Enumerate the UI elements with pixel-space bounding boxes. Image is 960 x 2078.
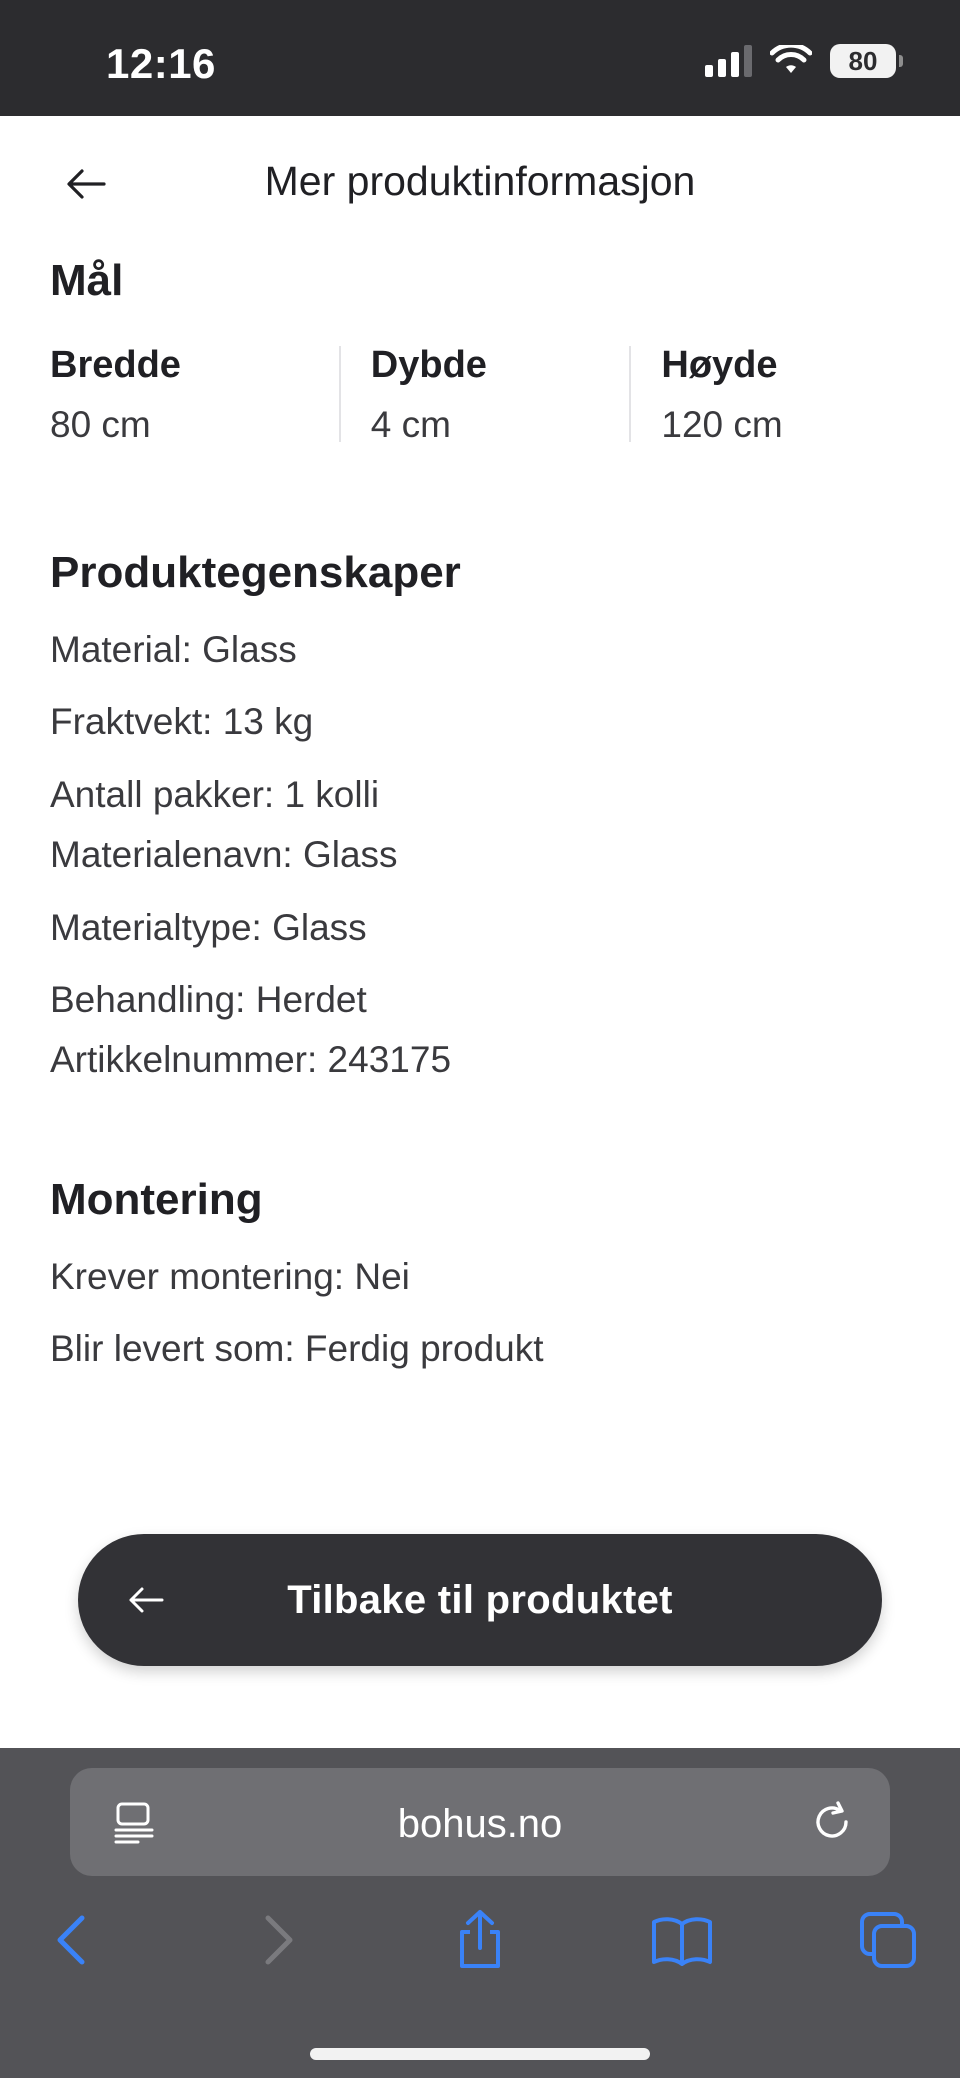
dimension-label: Dybde (370, 344, 487, 386)
share-icon[interactable] (448, 1908, 512, 1972)
mounting-delivered-as: Blir levert som: Ferdig produkt (50, 1328, 544, 1370)
page-header: Mer produktinformasjon (0, 116, 960, 252)
properties-list: Material: Glass Fraktvekt: 13 kg Antall … (50, 628, 920, 1083)
status-time: 12:16 (106, 40, 216, 87)
back-chevron-icon[interactable] (40, 1908, 104, 1972)
mounting-required: Krever montering: Nei (50, 1255, 410, 1297)
reload-icon[interactable] (808, 1798, 856, 1846)
dimension-height: Høyde 120 cm (629, 344, 920, 445)
dimension-width: Bredde 80 cm (50, 344, 339, 445)
dimensions-row: Bredde 80 cm Dybde 4 cm Høyde 120 cm (50, 344, 920, 445)
address-bar[interactable]: bohus.no (70, 1768, 890, 1876)
dimension-value: 4 cm (370, 404, 451, 445)
forward-chevron-icon (265, 1915, 293, 1965)
dimension-depth: Dybde 4 cm (338, 344, 630, 445)
url-text: bohus.no (397, 1802, 563, 1846)
tabs-icon[interactable] (856, 1908, 920, 1972)
bookmarks-icon[interactable] (650, 1908, 714, 1972)
property-treatment: Behandling: Herdet (50, 978, 367, 1020)
property-shipping-weight: Fraktvekt: 13 kg (50, 701, 314, 743)
back-to-product-label: Tilbake til produktet (287, 1578, 673, 1622)
property-article-number: Artikkelnummer: 243175 (50, 1039, 452, 1081)
dimension-value: 80 cm (50, 404, 151, 445)
battery-icon: 80 (830, 44, 903, 78)
mounting-title: Montering (50, 1174, 263, 1224)
browser-toolbar (0, 1898, 960, 1988)
dimension-label: Bredde (50, 344, 181, 386)
wifi-icon (770, 45, 812, 73)
cellular-signal-icon (705, 45, 752, 77)
dimensions-title: Mål (50, 256, 124, 305)
property-material-type: Materialtype: Glass (50, 906, 367, 948)
property-package-count: Antall pakker: 1 kolli (50, 773, 380, 815)
dimension-label: Høyde (661, 344, 778, 386)
back-to-product-button[interactable]: Tilbake til produktet (78, 1534, 882, 1666)
page-title: Mer produktinformasjon (264, 158, 696, 204)
status-bar: 12:16 80 (0, 0, 960, 116)
status-icons: 80 (705, 44, 903, 78)
properties-title: Produktegenskaper (50, 548, 461, 597)
dimension-value: 120 cm (661, 404, 783, 445)
home-indicator (310, 2048, 650, 2060)
property-material-name: Materialenavn: Glass (50, 834, 398, 876)
browser-chrome: bohus.no (0, 1748, 960, 2078)
mounting-list: Krever montering: Nei Blir levert som: F… (50, 1255, 920, 1372)
product-info-content: Mål Bredde 80 cm Dybde 4 cm Høyde 120 cm… (50, 256, 920, 1372)
property-material: Material: Glass (50, 629, 297, 670)
